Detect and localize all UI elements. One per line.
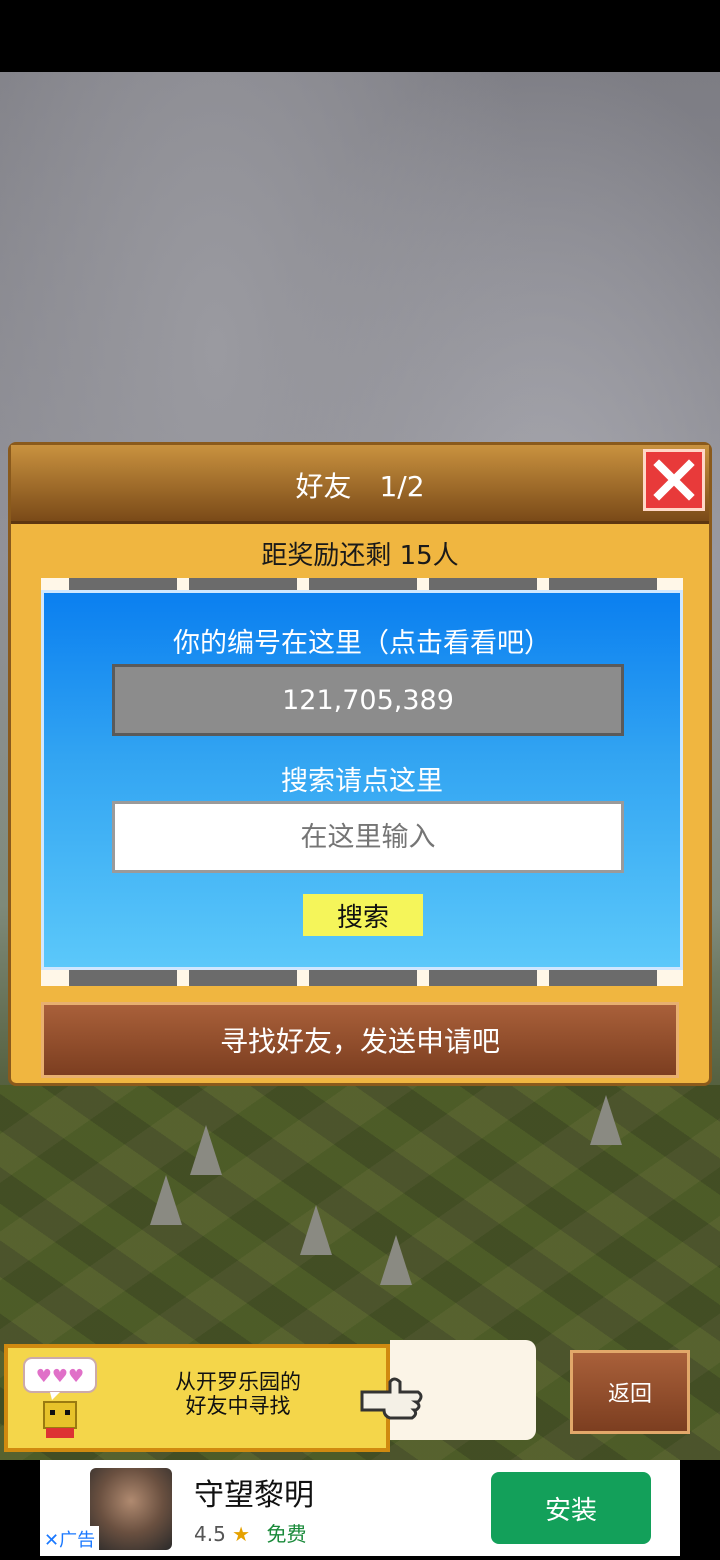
star-icon: ★ bbox=[232, 1522, 251, 1546]
close-icon bbox=[653, 459, 695, 501]
close-button[interactable] bbox=[643, 449, 705, 511]
ad-label-text: 广告 bbox=[59, 1530, 96, 1551]
tab-segment bbox=[429, 970, 537, 986]
kairo-banner-line1: 从开罗乐园的 bbox=[175, 1370, 301, 1394]
friend-id-panel: 你的编号在这里（点击看看吧） 121,705,389 搜索请点这里 搜索 bbox=[41, 590, 683, 970]
find-friends-button[interactable]: 寻找好友，发送申请吧 bbox=[41, 1002, 679, 1078]
tab-segment bbox=[189, 578, 297, 590]
rock bbox=[590, 1095, 622, 1145]
user-id-box[interactable]: 121,705,389 bbox=[112, 664, 624, 736]
kairo-mascot-icon: ♥♥♥ bbox=[22, 1356, 98, 1440]
kairo-banner-line2: 好友中寻找 bbox=[185, 1394, 291, 1418]
tab-segment bbox=[189, 970, 297, 986]
ad-price: 免费 bbox=[266, 1522, 307, 1546]
tab-segment bbox=[309, 970, 417, 986]
tab-segment bbox=[549, 970, 657, 986]
tab-strip-bottom bbox=[41, 970, 683, 986]
tab-segment bbox=[69, 970, 177, 986]
ad-app-title: 守望黎明 bbox=[194, 1478, 314, 1513]
ad-install-button[interactable]: 安装 bbox=[491, 1472, 651, 1544]
id-label: 你的编号在这里（点击看看吧） bbox=[173, 628, 551, 659]
rock bbox=[190, 1125, 222, 1175]
dialog-titlebar: 好友 1/2 bbox=[11, 445, 709, 524]
tab-segment bbox=[429, 578, 537, 590]
status-bar bbox=[0, 0, 720, 72]
tab-strip-top bbox=[41, 578, 683, 590]
rock bbox=[150, 1175, 182, 1225]
pointing-hand-icon bbox=[360, 1372, 426, 1424]
friend-search-input[interactable] bbox=[112, 801, 624, 873]
ad-rating-value: 4.5 bbox=[194, 1522, 226, 1546]
close-icon[interactable]: ✕ bbox=[44, 1530, 59, 1551]
dialog-title: 好友 1/2 bbox=[295, 470, 425, 503]
ad-app-icon bbox=[90, 1468, 172, 1550]
tab-segment bbox=[309, 578, 417, 590]
ad-label[interactable]: ✕广告 bbox=[40, 1526, 100, 1554]
search-label: 搜索请点这里 bbox=[281, 766, 443, 797]
ad-rating-row: 4.5 ★ 免费 bbox=[194, 1518, 306, 1547]
reward-remaining-text: 距奖励还剩 15人 bbox=[261, 541, 459, 571]
kairo-banner-text: 从开罗乐园的 好友中寻找 bbox=[138, 1370, 338, 1418]
ad-banner[interactable]: 守望黎明 4.5 ★ 免费 安装 ✕广告 bbox=[40, 1460, 680, 1556]
search-button[interactable]: 搜索 bbox=[303, 894, 423, 936]
kairo-friends-banner[interactable]: ♥♥♥ 从开罗乐园的 好友中寻找 bbox=[4, 1344, 390, 1452]
back-button[interactable]: 返回 bbox=[570, 1350, 690, 1434]
rock bbox=[300, 1205, 332, 1255]
friends-dialog: 好友 1/2 距奖励还剩 15人 你的编号在这里（点击看看吧） 121,705,… bbox=[8, 442, 712, 1086]
rock bbox=[380, 1235, 412, 1285]
tab-segment bbox=[549, 578, 657, 590]
svg-text:♥♥♥: ♥♥♥ bbox=[36, 1366, 84, 1387]
tab-segment bbox=[69, 578, 177, 590]
